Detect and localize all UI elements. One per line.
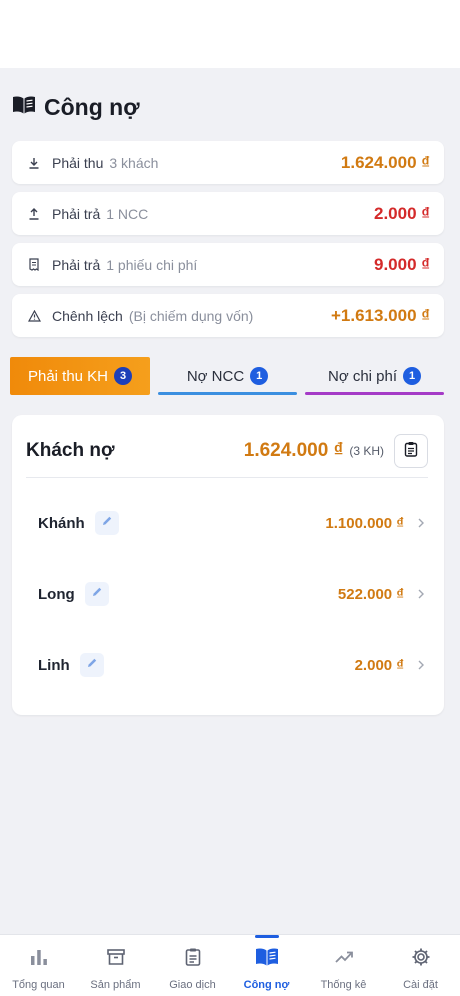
- edit-button[interactable]: [79, 653, 104, 677]
- chevron-right-icon: [414, 658, 428, 672]
- pencil-icon: [101, 514, 113, 532]
- summary-label: Phải trả: [52, 205, 101, 222]
- summary-amount: +1.613.000 ₫: [330, 305, 430, 325]
- page-header: Công nợ: [12, 92, 140, 122]
- nav-debts[interactable]: Công nợ: [228, 935, 305, 996]
- debt-card-title: Khách nợ: [26, 440, 115, 461]
- open-book-icon: [255, 947, 279, 972]
- gear-icon: [411, 947, 431, 972]
- page-title: Công nợ: [44, 93, 140, 120]
- nav-label: Công nợ: [243, 979, 290, 991]
- list-item[interactable]: Khánh 1.100.000 ₫: [26, 503, 428, 543]
- list-item[interactable]: Long 522.000 ₫: [26, 574, 428, 614]
- summary-label: Phải thu: [52, 154, 104, 171]
- nav-overview[interactable]: Tổng quan: [0, 935, 77, 996]
- tab-underline: [158, 392, 297, 395]
- clipboard-icon: [404, 441, 418, 462]
- customer-name: Linh: [38, 656, 70, 674]
- nav-transactions[interactable]: Giao dịch: [154, 935, 231, 996]
- debt-amount: 522.000 ₫: [337, 585, 404, 603]
- tab-underline: [305, 392, 444, 395]
- summary-amount: 2.000 ₫: [374, 203, 430, 223]
- tab-label: Nợ chi phí: [327, 367, 398, 385]
- bottom-navigation: Tổng quan Sản phẩm Giao dịch Công nợ Thố…: [0, 934, 460, 996]
- summary-receivable[interactable]: Phải thu 3 khách 1.624.000 ₫: [12, 141, 444, 184]
- customer-name: Khánh: [38, 514, 85, 532]
- count-badge: 3: [114, 367, 133, 385]
- archive-box-icon: [106, 947, 126, 972]
- warning-icon: [26, 308, 42, 324]
- clipboard-button[interactable]: [394, 434, 428, 468]
- nav-label: Tổng quan: [12, 979, 65, 991]
- summary-sub: 3 khách: [109, 154, 159, 171]
- tab-label: Nợ NCC: [186, 367, 245, 385]
- tab-expense-debt[interactable]: Nợ chi phí 1: [305, 357, 444, 395]
- debt-card-header: Khách nợ 1.624.000 ₫ (3 KH): [26, 431, 428, 471]
- debt-amount: 1.100.000 ₫: [325, 514, 404, 532]
- divider: [26, 477, 428, 478]
- customer-debt-card: Khách nợ 1.624.000 ₫ (3 KH) Khánh 1.100.…: [12, 415, 444, 715]
- nav-products[interactable]: Sản phẩm: [77, 935, 154, 996]
- debt-count: (3 KH): [349, 444, 384, 458]
- summary-payable-expense[interactable]: Phải trả 1 phiếu chi phí 9.000 ₫: [12, 243, 444, 286]
- tab-receivable-customers[interactable]: Phải thu KH 3: [10, 357, 150, 395]
- summary-sub: (Bị chiếm dụng vốn): [128, 307, 254, 324]
- nav-settings[interactable]: Cài đặt: [382, 935, 459, 996]
- chevron-right-icon: [414, 516, 428, 530]
- count-badge: 1: [250, 367, 269, 385]
- summary-payable-supplier[interactable]: Phải trả 1 NCC 2.000 ₫: [12, 192, 444, 235]
- customer-name: Long: [38, 585, 75, 603]
- debt-total: 1.624.000 ₫: [243, 440, 344, 461]
- nav-label: Cài đặt: [403, 979, 438, 991]
- count-badge: 1: [403, 367, 422, 385]
- trend-up-icon: [334, 947, 354, 972]
- summary-sub: 1 phiếu chi phí: [106, 256, 198, 273]
- active-indicator: [255, 935, 279, 938]
- nav-label: Thống kê: [320, 979, 367, 991]
- status-bar-area: [0, 0, 460, 68]
- nav-label: Giao dịch: [169, 979, 216, 991]
- tab-supplier-debt[interactable]: Nợ NCC 1: [158, 357, 297, 395]
- download-icon: [26, 155, 42, 171]
- debt-amount: 2.000 ₫: [354, 656, 404, 674]
- list-item[interactable]: Linh 2.000 ₫: [26, 645, 428, 685]
- nav-statistics[interactable]: Thống kê: [305, 935, 382, 996]
- summary-label: Phải trả: [52, 256, 101, 273]
- summary-label: Chênh lệch: [52, 307, 123, 324]
- summary-sub: 1 NCC: [106, 205, 149, 222]
- upload-icon: [26, 206, 42, 222]
- main-content: Công nợ Phải thu 3 khách 1.624.000 ₫ Phả…: [0, 68, 460, 934]
- nav-label: Sản phẩm: [90, 979, 141, 991]
- summary-difference[interactable]: Chênh lệch (Bị chiếm dụng vốn) +1.613.00…: [12, 294, 444, 337]
- bar-chart-icon: [29, 947, 49, 972]
- debt-tabs: Phải thu KH 3 Nợ NCC 1 Nợ chi phí 1: [10, 357, 444, 395]
- summary-amount: 1.624.000 ₫: [340, 152, 430, 172]
- receipt-icon: [26, 257, 42, 273]
- tab-label: Phải thu KH: [27, 367, 109, 385]
- clipboard-icon: [183, 947, 203, 972]
- edit-button[interactable]: [94, 511, 119, 535]
- edit-button[interactable]: [84, 582, 109, 606]
- pencil-icon: [86, 656, 98, 674]
- pencil-icon: [91, 585, 103, 603]
- summary-amount: 9.000 ₫: [374, 254, 430, 274]
- open-book-icon: [12, 95, 36, 120]
- chevron-right-icon: [414, 587, 428, 601]
